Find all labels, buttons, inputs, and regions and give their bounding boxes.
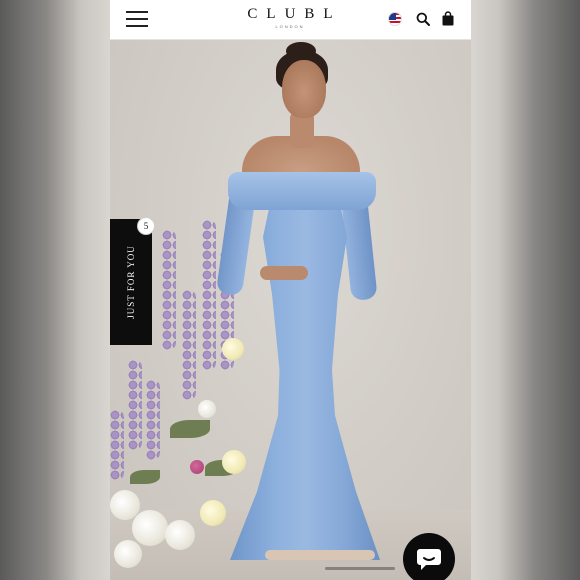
menu-icon[interactable] — [126, 11, 148, 27]
product-hero-image[interactable] — [110, 40, 471, 580]
chat-icon — [417, 549, 441, 570]
search-icon[interactable] — [416, 12, 430, 26]
model-face — [282, 60, 326, 118]
site-header: CLUBL LONDON — [110, 0, 471, 40]
model-hair-bun — [286, 42, 316, 60]
carousel-indicator — [325, 567, 395, 570]
just-for-you-count-badge: 5 — [137, 217, 155, 235]
dress-bardot-neckline — [228, 172, 376, 210]
logo-text: CLUBL — [247, 6, 342, 22]
logo-subtext: LONDON — [275, 24, 305, 29]
model-shoes — [265, 550, 375, 560]
just-for-you-tab[interactable]: JUST FOR YOU — [110, 219, 152, 345]
just-for-you-label: JUST FOR YOU — [126, 245, 137, 319]
bag-icon[interactable] — [442, 11, 454, 26]
brand-logo[interactable]: CLUBL LONDON — [230, 6, 350, 29]
model-hand — [260, 266, 308, 280]
product-screen: CLUBL LONDON JUST FOR YOU 5 — [110, 0, 471, 580]
us-flag-icon[interactable] — [388, 12, 402, 26]
chat-button[interactable] — [403, 533, 455, 580]
